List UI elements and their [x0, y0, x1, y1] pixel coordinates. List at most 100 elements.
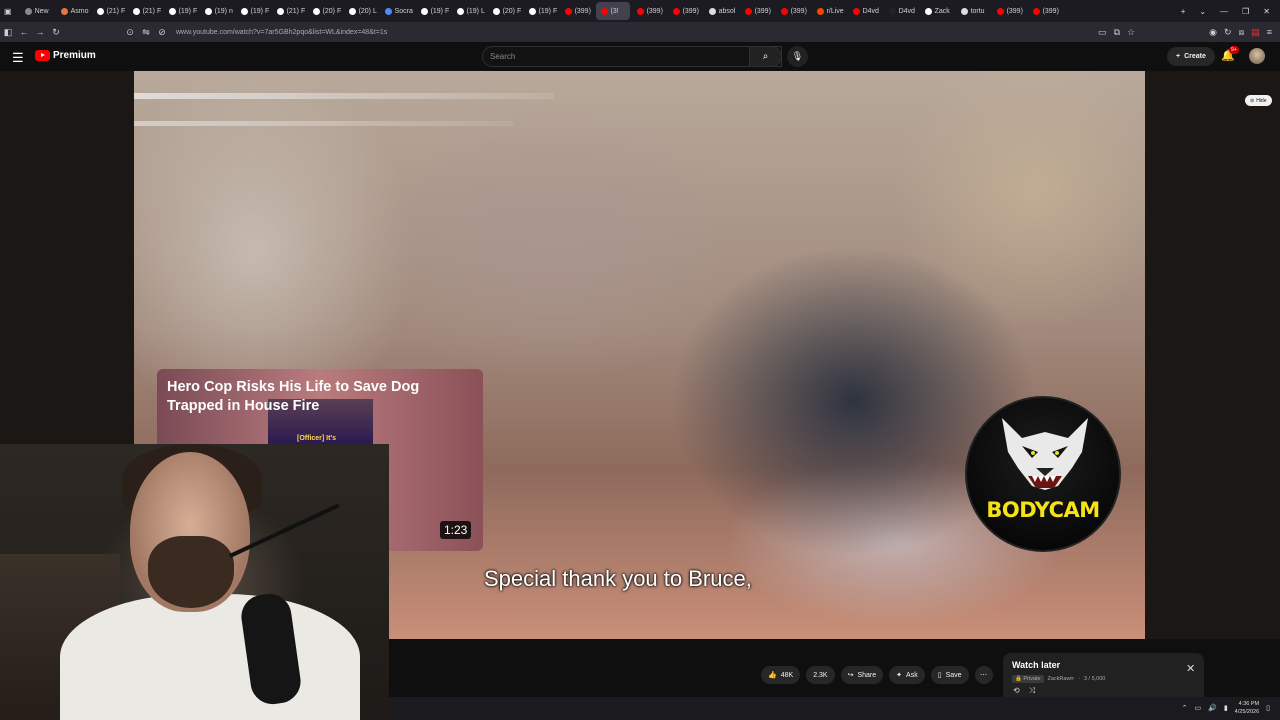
voice-search-button[interactable]: 🎙 — [787, 46, 808, 67]
browser-tab[interactable]: (19) F — [524, 2, 558, 20]
browser-tab[interactable]: D4vd — [884, 2, 918, 20]
eye-off-icon: ⊘ — [1250, 97, 1255, 104]
back-icon[interactable]: ← — [16, 27, 32, 37]
bodycam-channel-logo[interactable]: BODYCAM — [965, 396, 1121, 552]
extension-badge-icon[interactable]: ▤ — [1251, 27, 1260, 38]
extensions-icon[interactable]: ⧈ — [1238, 27, 1244, 38]
chevron-up-icon[interactable]: ⌃ — [1182, 704, 1188, 712]
browser-tab[interactable]: (19) F — [236, 2, 270, 20]
minimize-icon[interactable]: — — [1220, 7, 1228, 16]
tab-label: (3! — [610, 7, 619, 15]
tab-favicon-icon — [996, 7, 1004, 15]
tab-label: (399) — [754, 7, 771, 15]
browser-tab[interactable]: (21) F — [128, 2, 162, 20]
close-playlist-icon[interactable]: ✕ — [1186, 662, 1195, 675]
browser-tab[interactable]: (20) L — [344, 2, 378, 20]
like-count: 48K — [780, 671, 794, 679]
notifications-icon[interactable]: ▯ — [1266, 704, 1270, 712]
browser-tab[interactable]: D4vd — [848, 2, 882, 20]
reload-page-icon[interactable]: ↻ — [1224, 27, 1232, 38]
share-arrow-icon: ↪ — [847, 672, 854, 679]
picture-in-picture-icon[interactable]: ⧉ — [1114, 27, 1120, 38]
ask-button[interactable]: ✦ Ask — [889, 666, 925, 684]
browser-tab[interactable]: (21) F — [92, 2, 126, 20]
tab-favicon-icon — [384, 7, 392, 15]
speaker-icon[interactable]: 🔊 — [1208, 704, 1217, 712]
search-input[interactable]: Search — [482, 46, 782, 67]
like-button[interactable]: 👍 48K — [761, 666, 801, 684]
new-tab-icon[interactable]: + — [1181, 7, 1186, 16]
tab-favicon-icon — [60, 7, 68, 15]
permissions-icon[interactable]: ⇋ — [138, 27, 154, 38]
browser-tab[interactable]: New — [20, 2, 54, 20]
browser-tab[interactable]: (399) — [740, 2, 774, 20]
create-button[interactable]: + Create — [1167, 47, 1215, 66]
browser-tab[interactable]: (19) F — [416, 2, 450, 20]
bookmark-star-icon[interactable]: ☆ — [1127, 27, 1135, 38]
browser-tab[interactable]: tortu — [956, 2, 990, 20]
tracking-shield-icon[interactable]: ⊘ — [154, 27, 170, 38]
browser-tab[interactable]: (399) — [992, 2, 1026, 20]
playlist-controls: ⟲ ⤨ — [1013, 686, 1035, 696]
youtube-premium-logo[interactable]: Premium — [35, 50, 96, 61]
browser-tab[interactable]: (19) n — [200, 2, 234, 20]
site-info-icon[interactable]: ⊙ — [122, 27, 138, 38]
user-avatar[interactable] — [1249, 48, 1265, 64]
browser-tab[interactable]: (21) F — [272, 2, 306, 20]
browser-tab[interactable]: (399) — [560, 2, 594, 20]
browser-tab[interactable]: Socra — [380, 2, 414, 20]
playlist-owner[interactable]: ZackRawrr — [1048, 676, 1075, 682]
reader-view-icon[interactable]: ▭ — [1098, 27, 1107, 38]
share-button[interactable]: ↪ Share — [840, 666, 884, 684]
tab-favicon-icon — [168, 7, 176, 15]
tab-label: Zack — [934, 7, 950, 15]
browser-tab[interactable]: (19) F — [164, 2, 198, 20]
browser-tab[interactable]: absol — [704, 2, 738, 20]
youtube-header: ☰ Premium Search ⌕ 🎙 + Create 🔔 9+ — [0, 42, 1280, 71]
browser-tab[interactable]: (20) F — [308, 2, 342, 20]
search-button[interactable]: ⌕ — [749, 46, 782, 67]
ask-label: Ask — [906, 671, 918, 679]
network-icon[interactable]: ▭ — [1194, 704, 1201, 712]
browser-tab[interactable]: Zack — [920, 2, 954, 20]
browser-tab[interactable]: Asmo — [56, 2, 90, 20]
browser-tab[interactable]: (399) — [668, 2, 702, 20]
playlist-title[interactable]: Watch later — [1012, 660, 1060, 670]
tab-favicon-icon — [1032, 7, 1040, 15]
url-bar[interactable]: www.youtube.com/watch?v=7ar5GBh2pqo&list… — [176, 29, 387, 36]
hamburger-menu-icon[interactable]: ☰ — [12, 50, 24, 66]
browser-tab[interactable]: (399) — [776, 2, 810, 20]
browser-tab[interactable]: (3! — [595, 2, 630, 20]
shuffle-icon[interactable]: ⤨ — [1029, 686, 1035, 696]
account-icon[interactable]: ◉ — [1209, 27, 1217, 38]
browser-tab[interactable]: (399) — [1028, 2, 1062, 20]
browser-tab[interactable]: (20) F — [488, 2, 522, 20]
playlist-meta: 🔒 Private ZackRawrr · 3 / 5,000 — [1012, 675, 1105, 683]
more-actions-button[interactable]: ⋯ — [974, 666, 993, 684]
restore-icon[interactable]: ❐ — [1242, 7, 1249, 16]
microphone-icon: 🎙 — [791, 51, 804, 61]
tab-label: (20) F — [322, 7, 342, 15]
tab-label: (399) — [790, 7, 807, 15]
loop-icon[interactable]: ⟲ — [1013, 686, 1020, 696]
app-menu-icon[interactable]: ≡ — [1267, 27, 1272, 37]
os-taskbar: ⌃ ▭ 🔊 ▮ 4:36 PM 4/25/2026 ▯ — [389, 697, 1280, 720]
logo-text: Premium — [53, 50, 96, 61]
save-button[interactable]: ▯ Save — [930, 666, 969, 684]
sidebar-toggle-icon[interactable]: ◧ — [0, 27, 16, 38]
tab-list-icon[interactable]: ▣ — [4, 7, 12, 16]
close-window-icon[interactable]: ✕ — [1263, 7, 1270, 16]
browser-tab[interactable]: (19) L — [452, 2, 486, 20]
dislike-button[interactable]: 2.3K — [806, 666, 835, 684]
hide-button[interactable]: ⊘ Hide — [1245, 95, 1272, 106]
card-title: Hero Cop Risks His Life to Save Dog Trap… — [167, 379, 420, 414]
tab-favicon-icon — [96, 7, 104, 15]
browser-tab[interactable]: r/Live — [812, 2, 846, 20]
reload-icon[interactable]: ↻ — [48, 27, 64, 38]
browser-tab[interactable]: (399) — [632, 2, 666, 20]
chevron-down-icon[interactable]: ⌄ — [1199, 7, 1206, 16]
tab-favicon-icon — [708, 7, 716, 15]
battery-icon[interactable]: ▮ — [1224, 704, 1228, 712]
clock[interactable]: 4:36 PM 4/25/2026 — [1235, 700, 1259, 716]
forward-icon[interactable]: → — [32, 27, 48, 37]
